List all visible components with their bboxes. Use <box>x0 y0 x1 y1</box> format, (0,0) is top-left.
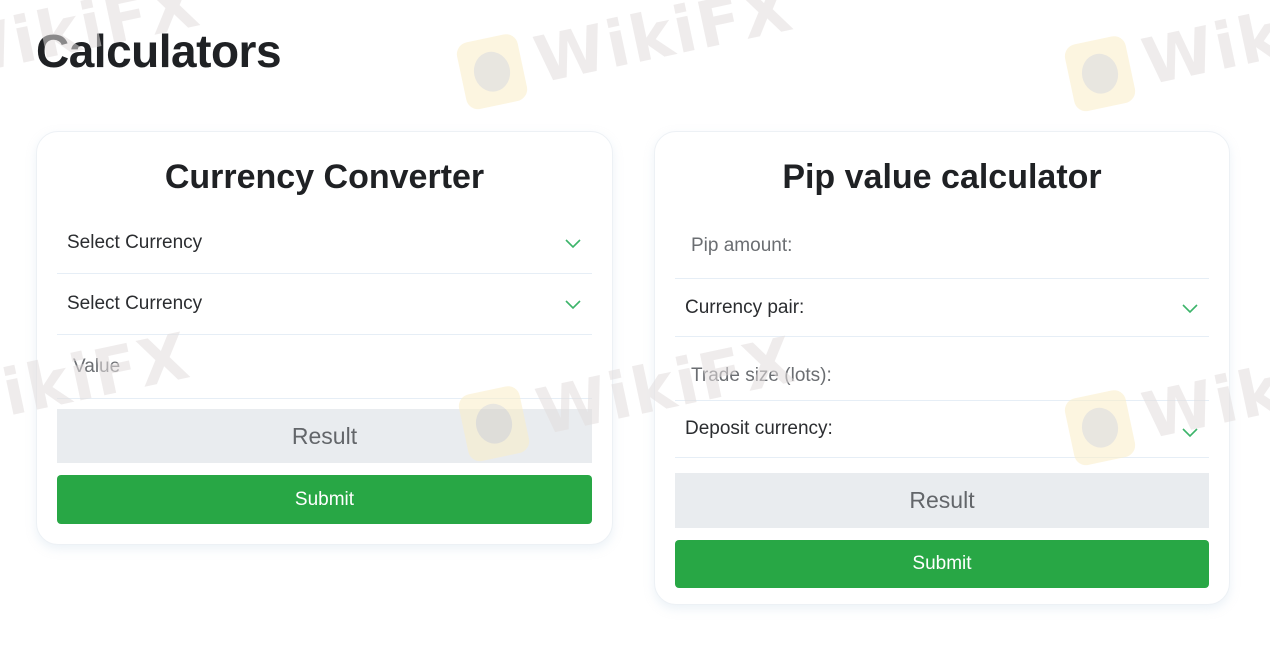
from-currency-select[interactable]: Select Currency <box>57 213 592 274</box>
trade-size-row <box>675 337 1209 401</box>
watermark-text: WikiFX <box>528 0 801 99</box>
currency-pair-select[interactable]: Currency pair: <box>675 279 1209 337</box>
value-input-row <box>57 335 592 399</box>
watermark-text: WikiFX <box>1136 0 1270 101</box>
watermark: WikiFX <box>1062 0 1270 116</box>
submit-button[interactable]: Submit <box>675 540 1209 588</box>
watermark-logo-icon <box>1062 33 1138 114</box>
pip-amount-input[interactable] <box>691 234 1193 257</box>
select-value: Select Currency <box>67 232 203 253</box>
watermark-logo-icon <box>454 31 530 112</box>
trade-size-input[interactable] <box>691 364 1193 387</box>
currency-converter-card: Currency Converter Select Currency Selec… <box>36 131 613 545</box>
chevron-down-icon <box>1182 303 1198 313</box>
watermark: WikiFX <box>454 0 800 114</box>
result-display: Result <box>57 409 592 463</box>
page-title: Calculators <box>36 25 282 77</box>
select-value: Currency pair: <box>685 296 805 318</box>
chevron-down-icon <box>1182 428 1198 438</box>
value-input[interactable] <box>73 355 576 378</box>
result-display: Result <box>675 473 1209 528</box>
pip-value-calculator-card: Pip value calculator Currency pair: Depo… <box>654 131 1230 605</box>
chevron-down-icon <box>565 239 581 249</box>
deposit-currency-select[interactable]: Deposit currency: <box>675 401 1209 458</box>
card-title: Currency Converter <box>164 158 485 196</box>
select-value: Deposit currency: <box>685 418 833 439</box>
submit-button[interactable]: Submit <box>57 475 592 524</box>
pip-amount-row <box>675 213 1209 279</box>
to-currency-select[interactable]: Select Currency <box>57 274 592 335</box>
select-value: Select Currency <box>67 293 203 314</box>
card-title: Pip value calculator <box>782 158 1102 196</box>
chevron-down-icon <box>565 300 581 310</box>
